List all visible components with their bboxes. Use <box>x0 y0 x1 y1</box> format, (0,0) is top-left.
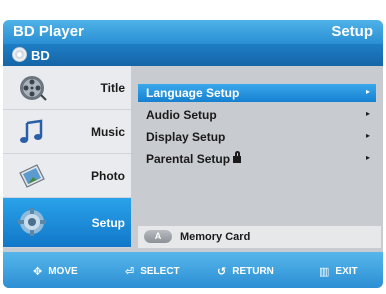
memory-card-label: Memory Card <box>180 231 251 243</box>
gear-icon <box>18 208 46 236</box>
hint-return: ↺ RETURN <box>217 265 274 278</box>
menu-item-label: Language Setup <box>146 86 240 100</box>
a-button-icon: A <box>144 230 172 243</box>
sidebar-item-title[interactable]: Title <box>3 66 131 110</box>
film-reel-icon <box>20 76 47 101</box>
arrow-right-icon: ▸ <box>365 131 370 140</box>
sidebar-item-label: Setup <box>91 216 125 230</box>
music-note-icon <box>20 119 43 143</box>
hint-move: ✥ MOVE <box>33 265 78 278</box>
lock-icon <box>233 151 242 163</box>
disc-icon <box>12 47 27 62</box>
sidebar-nav: Title Music Photo Setup <box>3 66 131 248</box>
menu-item-label: Display Setup <box>146 130 226 144</box>
photo-icon <box>19 164 45 188</box>
hint-label: RETURN <box>232 266 274 277</box>
menu-item-language-setup[interactable]: Language Setup ▸ <box>138 84 376 102</box>
menu-item-parental-setup[interactable]: Parental Setup ▸ <box>138 150 376 168</box>
return-icon: ↺ <box>217 266 227 278</box>
move-icon: ✥ <box>33 266 43 278</box>
hint-exit: ▥ EXIT <box>319 265 358 278</box>
app-title: BD Player <box>13 23 84 40</box>
hint-label: SELECT <box>140 266 180 277</box>
sidebar-item-music[interactable]: Music <box>3 110 131 154</box>
enter-icon: ⏎ <box>125 266 135 278</box>
disc-label: BD <box>31 48 50 63</box>
menu-item-display-setup[interactable]: Display Setup ▸ <box>138 128 376 146</box>
menu-item-label-wrap: Parental Setup <box>146 151 242 166</box>
sidebar-item-label: Title <box>100 81 125 95</box>
sidebar-item-setup[interactable]: Setup <box>3 198 131 248</box>
bd-player-screen: BD Player Setup BD Title Music Photo Set… <box>0 0 386 294</box>
sidebar-item-label: Music <box>90 125 125 139</box>
hint-label: MOVE <box>48 266 78 277</box>
memory-card-bar[interactable]: A Memory Card <box>138 226 381 248</box>
arrow-right-icon: ▸ <box>365 109 370 118</box>
menu-item-label: Parental Setup <box>146 152 231 166</box>
footer-hints: ✥ MOVE ⏎ SELECT ↺ RETURN ▥ EXIT <box>3 252 383 288</box>
exit-icon: ▥ <box>319 266 330 278</box>
disc-bar: BD <box>3 44 383 66</box>
arrow-right-icon: ▸ <box>365 153 370 162</box>
title-bar: BD Player Setup <box>3 20 383 44</box>
hint-select: ⏎ SELECT <box>125 265 180 278</box>
section-title: Setup <box>331 23 373 40</box>
menu-item-audio-setup[interactable]: Audio Setup ▸ <box>138 106 376 124</box>
menu-item-label: Audio Setup <box>146 108 217 122</box>
sidebar-item-label: Photo <box>91 169 125 183</box>
sidebar-item-photo[interactable]: Photo <box>3 154 131 198</box>
setup-menu: Language Setup ▸ Audio Setup ▸ Display S… <box>138 79 381 248</box>
hint-label: EXIT <box>335 266 358 277</box>
arrow-right-icon: ▸ <box>365 87 370 96</box>
